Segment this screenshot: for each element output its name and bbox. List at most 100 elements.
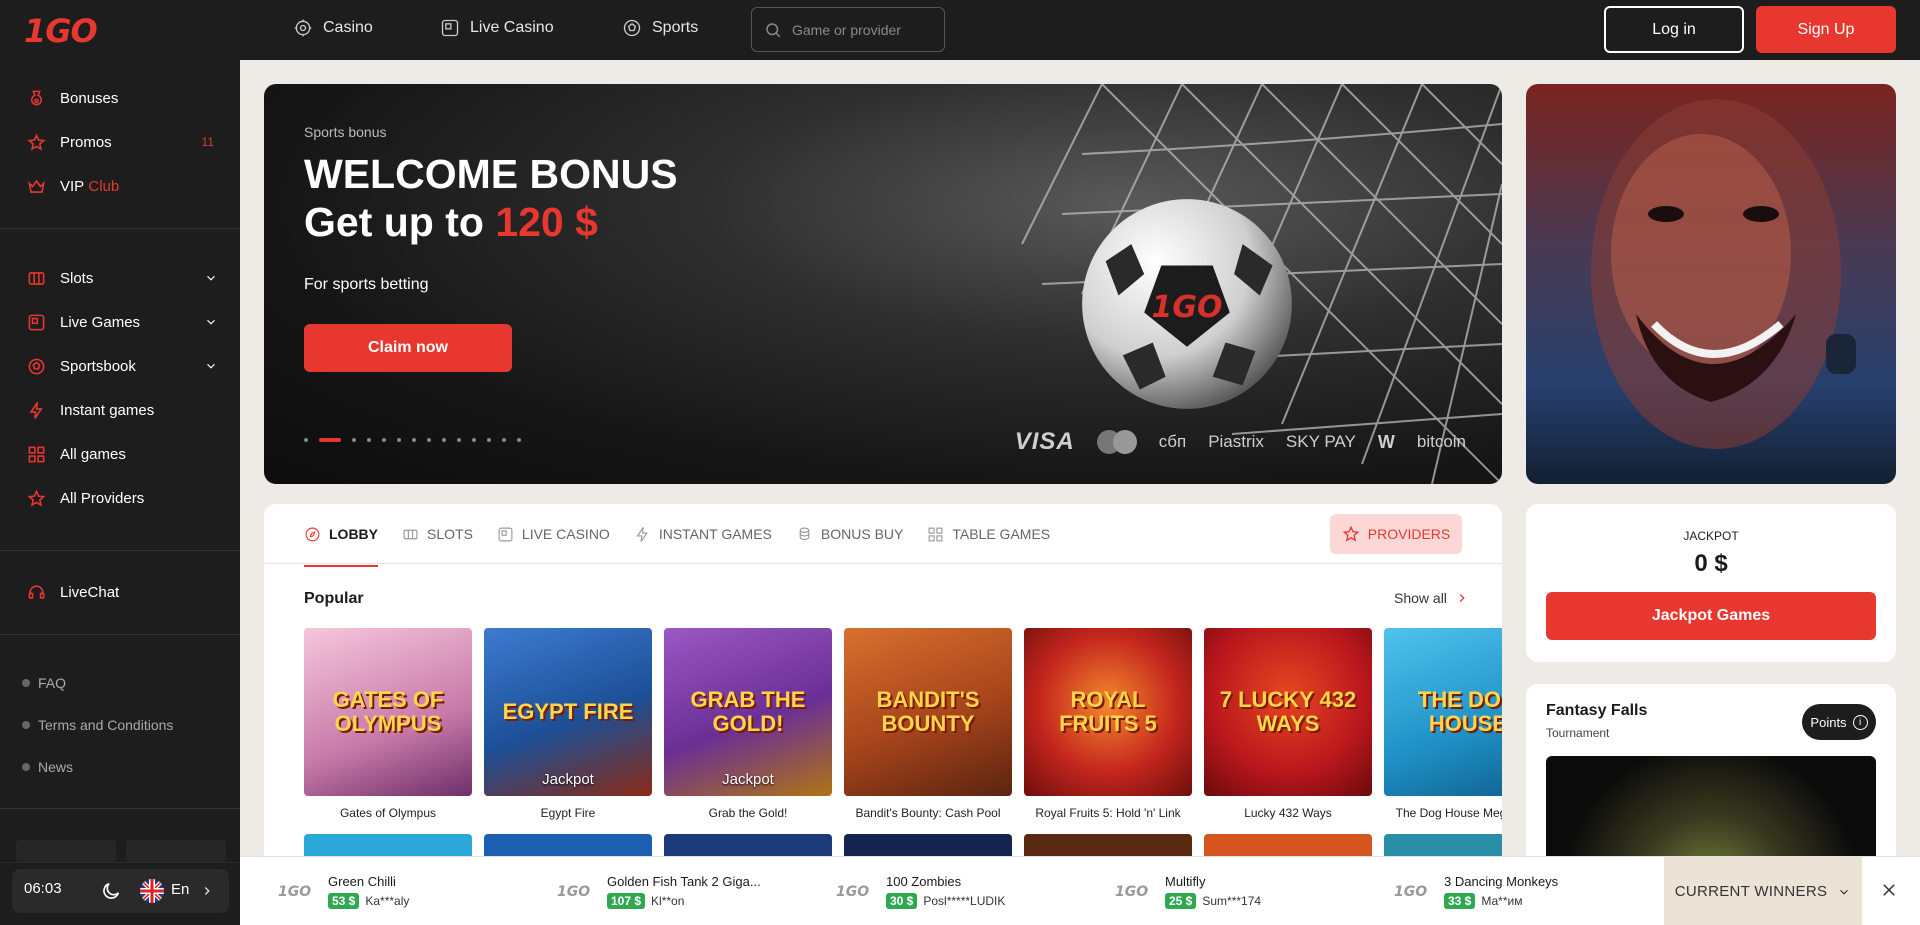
game-thumbnail[interactable]: GATES OF OLYMPUS (304, 628, 472, 796)
footer-link-faq[interactable]: FAQ (0, 662, 240, 704)
close-icon[interactable] (1880, 881, 1900, 901)
sidebar-item-all-games[interactable]: All games (0, 432, 240, 476)
game-card[interactable]: 7 LUCKY 432 WAYS Lucky 432 Ways (1204, 628, 1372, 820)
sidebar-item-livechat[interactable]: LiveChat (0, 570, 240, 614)
carousel-dot[interactable] (502, 438, 506, 442)
game-art-title: GRAB THE GOLD! (690, 687, 806, 736)
game-name: Lucky 432 Ways (1244, 806, 1332, 820)
tab-live-casino[interactable]: LIVE CASINO (497, 524, 610, 564)
nav-casino[interactable]: Casino (293, 18, 373, 38)
app-store-button[interactable] (16, 840, 116, 862)
hero-banner[interactable]: 1GO Sports bonus WELCOME BONUS Get up to… (264, 84, 1502, 484)
winner-item[interactable]: 1GO 3 Dancing Monkeys 33 $ Ма**им (1394, 857, 1558, 925)
carousel-dot[interactable] (352, 438, 356, 442)
uk-flag-icon[interactable] (140, 879, 164, 903)
sidebar-item-instant-games[interactable]: Instant games (0, 388, 240, 432)
carousel-dot[interactable] (487, 438, 491, 442)
game-card[interactable]: GRAB THE GOLD! Jackpot Grab the Gold! (664, 628, 832, 820)
game-card[interactable]: ROYAL FRUITS 5 Royal Fruits 5: Hold 'n' … (1024, 628, 1192, 820)
soccer-ball-illustration: 1GO (1082, 199, 1292, 409)
nav-sports[interactable]: Sports (622, 18, 698, 38)
sidebar-item-sportsbook[interactable]: Sportsbook (0, 344, 240, 388)
game-name: Grab the Gold! (708, 806, 788, 820)
game-thumbnail[interactable]: GRAB THE GOLD! Jackpot (664, 628, 832, 796)
game-name: Gates of Olympus (339, 806, 437, 820)
login-button[interactable]: Log in (1604, 6, 1744, 53)
game-card[interactable]: GATES OF OLYMPUS Gates of Olympus (304, 628, 472, 820)
winner-item[interactable]: 1GO 100 Zombies 30 $ Posl*****LUDIK (836, 857, 1005, 925)
game-thumbnail[interactable]: 7 LUCKY 432 WAYS (1204, 628, 1372, 796)
sidebar-item-live-games[interactable]: Live Games (0, 300, 240, 344)
chevron-down-icon[interactable] (204, 315, 218, 329)
winner-item[interactable]: 1GO Green Chilli 53 $ Ka***aly (278, 857, 409, 925)
carousel-dot[interactable] (517, 438, 521, 442)
game-thumbnail[interactable]: ROYAL FRUITS 5 (1024, 628, 1192, 796)
sidebar-item-label: VIP (60, 177, 85, 195)
chevron-right-icon (1459, 594, 1465, 602)
sidebar-item-all-providers[interactable]: All Providers (0, 476, 240, 520)
sidebar-item-bonuses[interactable]: Bonuses (0, 76, 240, 120)
sidebar: 1GO Bonuses Promos 11 VIP Club Slots Liv… (0, 0, 240, 925)
chevron-down-icon[interactable] (204, 271, 218, 285)
carousel-dot[interactable] (427, 438, 431, 442)
google-play-button[interactable] (126, 840, 226, 862)
tab-table-games[interactable]: TABLE GAMES (927, 524, 1050, 564)
sidebar-item-label-accent: Club (88, 177, 120, 195)
show-all-link[interactable]: Show all (1394, 590, 1469, 606)
providers-button[interactable]: PROVIDERS (1330, 514, 1462, 554)
sidebar-item-vip-club[interactable]: VIP Club (0, 164, 240, 208)
tab-bonus-buy[interactable]: BONUS BUY (796, 524, 903, 564)
footer-link-news[interactable]: News (0, 746, 240, 788)
points-button[interactable]: Points i (1802, 704, 1876, 740)
promo-image-banner[interactable] (1526, 84, 1896, 484)
lightning-icon (636, 527, 648, 542)
game-card[interactable]: EGYPT FIRE Jackpot Egypt Fire (484, 628, 652, 820)
sidebar-item-promos[interactable]: Promos 11 (0, 120, 240, 164)
winner-user: Ма**им (1481, 894, 1523, 908)
search-input[interactable] (792, 21, 932, 38)
jackpot-value: 0 $ (1694, 550, 1728, 577)
carousel-dot[interactable] (382, 438, 386, 442)
tab-slots[interactable]: SLOTS (402, 524, 473, 564)
moon-icon[interactable] (100, 880, 122, 902)
show-all-label: Show all (1394, 590, 1447, 606)
star-icon (26, 488, 46, 508)
carousel-dot[interactable] (397, 438, 401, 442)
game-thumbnail[interactable]: BANDIT'S BOUNTY (844, 628, 1012, 796)
carousel-dot[interactable] (304, 438, 308, 442)
nav-live-casino[interactable]: Live Casino (440, 18, 554, 38)
claim-now-button[interactable]: Claim now (304, 324, 512, 372)
carousel-dot[interactable] (367, 438, 371, 442)
winner-item[interactable]: 1GO Golden Fish Tank 2 Giga... 107 $ Kl**… (557, 857, 761, 925)
game-thumbnail[interactable]: EGYPT FIRE Jackpot (484, 628, 652, 796)
ball-logo: 1GO (1152, 290, 1223, 325)
winner-item[interactable]: 1GO Multifly 25 $ Sum***174 (1115, 857, 1261, 925)
carousel-dot[interactable] (442, 438, 446, 442)
current-winners-dropdown[interactable]: CURRENT WINNERS (1664, 857, 1862, 925)
bullet-icon (22, 763, 30, 771)
brand-logo[interactable]: 1GO (24, 12, 98, 50)
winner-game: Golden Fish Tank 2 Giga... (607, 874, 761, 889)
carousel-dot[interactable] (412, 438, 416, 442)
slots-icon (26, 268, 46, 288)
hero-subtitle: Sports bonus (304, 124, 387, 140)
game-card[interactable]: BANDIT'S BOUNTY Bandit's Bounty: Cash Po… (844, 628, 1012, 820)
tab-instant-games[interactable]: INSTANT GAMES (634, 524, 772, 564)
category-tabs: LOBBY SLOTS LIVE CASINO INSTANT GAMES BO… (304, 524, 1050, 567)
footer-link-terms[interactable]: Terms and Conditions (0, 704, 240, 746)
tab-label: TABLE GAMES (952, 526, 1051, 542)
tab-lobby[interactable]: LOBBY (304, 524, 378, 567)
carousel-dot-active[interactable] (319, 438, 341, 442)
game-thumbnail[interactable]: THE DOG HOUSE (1384, 628, 1502, 796)
chevron-right-icon[interactable] (200, 884, 214, 898)
carousel-dot[interactable] (472, 438, 476, 442)
search-box[interactable] (751, 7, 945, 52)
jackpot-games-button[interactable]: Jackpot Games (1546, 592, 1876, 640)
sidebar-divider (0, 228, 240, 229)
game-card[interactable]: THE DOG HOUSE The Dog House Megaways (1384, 628, 1502, 820)
carousel-dot[interactable] (457, 438, 461, 442)
signup-button[interactable]: Sign Up (1756, 6, 1896, 53)
language-selector[interactable]: En (171, 881, 189, 898)
chevron-down-icon[interactable] (204, 359, 218, 373)
sidebar-item-slots[interactable]: Slots (0, 256, 240, 300)
